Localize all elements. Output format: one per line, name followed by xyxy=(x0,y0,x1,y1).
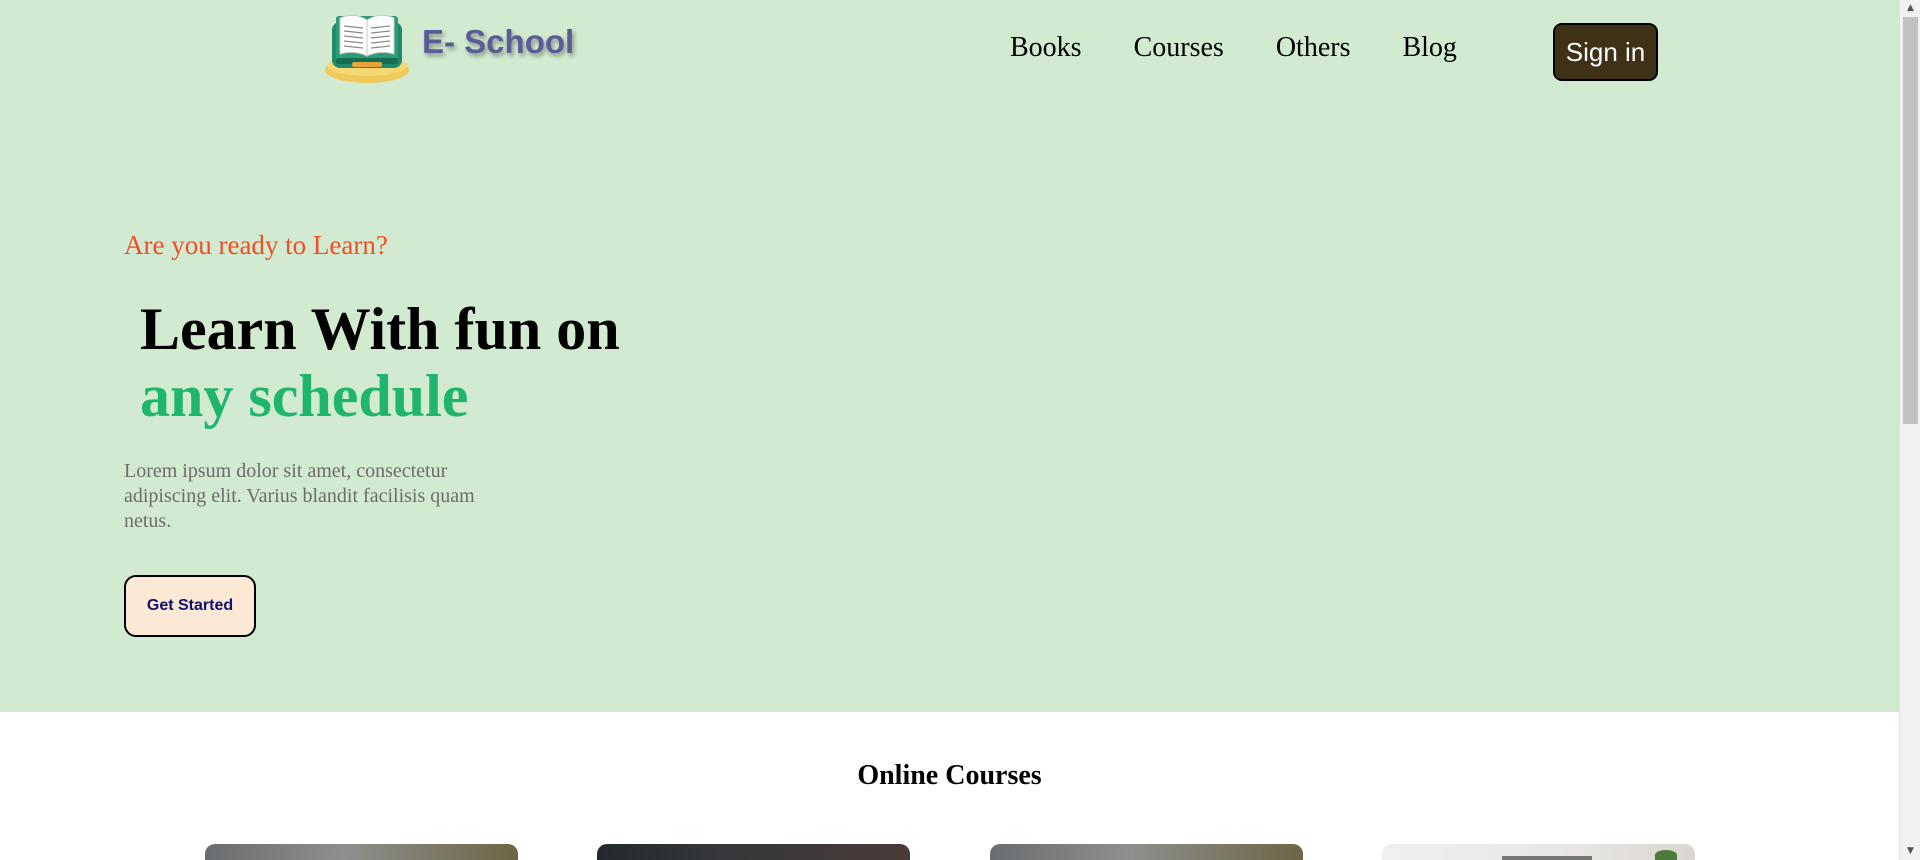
main-nav: Books Courses Others Blog xyxy=(1010,32,1457,64)
card-image-detail xyxy=(1502,856,1592,860)
scrollbar-thumb[interactable] xyxy=(1903,17,1918,424)
course-card-image[interactable] xyxy=(990,844,1303,860)
nav-link-blog[interactable]: Blog xyxy=(1402,32,1456,64)
online-courses-title: Online Courses xyxy=(857,760,1042,791)
page: E- School Books Courses Others Blog Sign… xyxy=(0,0,1899,860)
hero-headline: Learn With fun on any schedule xyxy=(140,296,620,430)
get-started-button[interactable]: Get Started xyxy=(124,575,256,637)
scroll-up-arrow-icon[interactable]: ▲ xyxy=(1900,0,1920,17)
course-card-image[interactable] xyxy=(597,844,910,860)
hero-description: Lorem ipsum dolor sit amet, consectetur … xyxy=(124,460,475,532)
nav-link-others[interactable]: Others xyxy=(1276,32,1351,64)
book-logo-icon xyxy=(325,14,409,83)
sign-in-button[interactable]: Sign in xyxy=(1553,23,1658,81)
nav-link-courses[interactable]: Courses xyxy=(1134,32,1224,64)
logo-text: E- School xyxy=(422,23,575,60)
hero-tagline: Are you ready to Learn? xyxy=(124,230,388,260)
vertical-scrollbar[interactable]: ▲ ▼ xyxy=(1899,0,1920,860)
course-card-image[interactable] xyxy=(1382,844,1695,860)
plant-leaf-icon xyxy=(1655,850,1677,860)
headline-line-1: Learn With fun on xyxy=(140,296,620,362)
logo[interactable]: E- School xyxy=(322,6,574,90)
headline-accent: any schedule xyxy=(140,363,469,429)
scroll-down-arrow-icon[interactable]: ▼ xyxy=(1900,843,1920,860)
hero-section: E- School Books Courses Others Blog Sign… xyxy=(0,0,1899,712)
nav-link-books[interactable]: Books xyxy=(1010,32,1082,64)
course-card-image[interactable] xyxy=(205,844,518,860)
